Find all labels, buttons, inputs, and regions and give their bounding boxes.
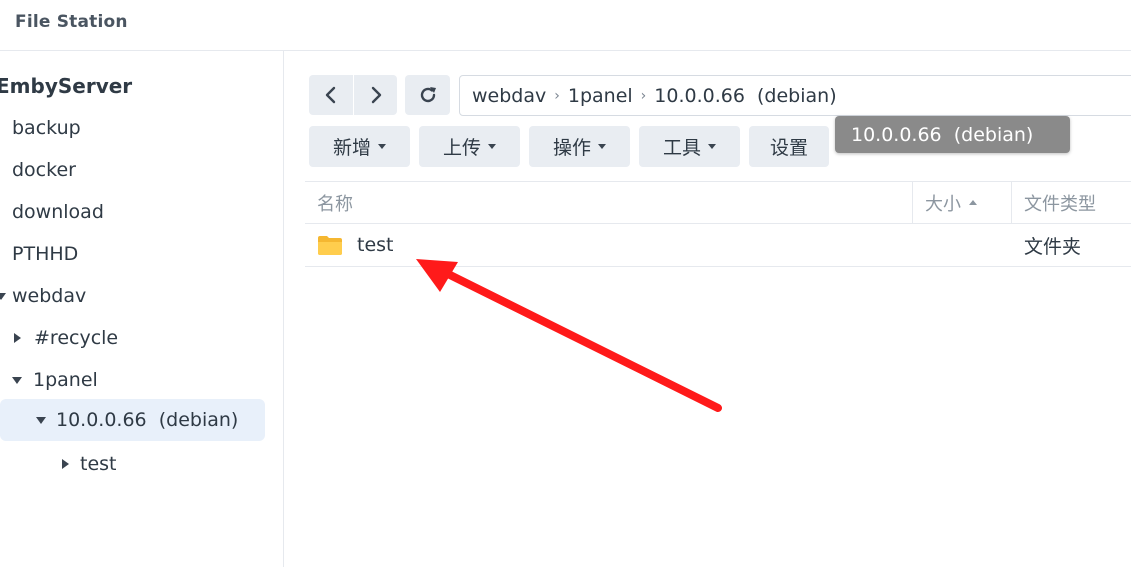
column-header-name-label: 名称 [317, 193, 353, 215]
dropdown-caret-icon [708, 144, 716, 149]
tree-item-label: #recycle [34, 327, 119, 349]
tree-item-label: 10.0.0.66 (debian) [56, 409, 239, 431]
title-bar: File Station [0, 0, 1131, 51]
chevron-left-icon [324, 85, 338, 105]
file-list-header: 名称 大小 文件类型 [305, 181, 1131, 224]
breadcrumb-separator-icon: › [640, 87, 647, 104]
tree-item-download[interactable]: download [12, 191, 104, 233]
column-header-name[interactable]: 名称 [317, 182, 353, 223]
upload-button[interactable]: 上传 [419, 126, 520, 167]
collapse-caret-icon[interactable] [62, 459, 69, 469]
expand-caret-icon[interactable] [0, 292, 6, 300]
tree-root-label: EmbyServer [0, 74, 133, 98]
row-name-cell[interactable]: test [317, 224, 394, 266]
breadcrumb-item[interactable]: webdav [472, 85, 546, 107]
tree-item-pthhd[interactable]: PTHHD [12, 233, 78, 275]
collapse-caret-icon[interactable] [14, 333, 21, 343]
column-header-size-label: 大小 [925, 193, 961, 215]
tree-item-webdav[interactable]: webdav [0, 275, 86, 317]
settings-button-label: 设置 [769, 137, 808, 159]
tree-item-docker[interactable]: docker [12, 149, 76, 191]
column-header-size[interactable]: 大小 [925, 182, 977, 223]
action-button-label: 操作 [552, 137, 591, 159]
tree-item-label: backup [12, 117, 81, 139]
back-button[interactable] [309, 75, 353, 115]
refresh-button[interactable] [405, 75, 450, 115]
folder-icon [317, 234, 343, 256]
row-type-label: 文件夹 [1024, 235, 1082, 258]
breadcrumb: webdav › 1panel › 10.0.0.66 (debian) [459, 75, 1131, 116]
create-button-label: 新增 [332, 137, 371, 159]
file-station-window: File Station EmbyServer backup docker do… [0, 0, 1131, 567]
dropdown-caret-icon [488, 144, 496, 149]
sidebar-tree: EmbyServer backup docker download PTHHD … [0, 51, 284, 567]
expand-caret-icon[interactable] [36, 416, 46, 424]
row-type-cell: 文件夹 [1024, 224, 1081, 266]
tree-item-recycle[interactable]: #recycle [14, 317, 118, 359]
tree-item-1panel[interactable]: 1panel [12, 359, 98, 401]
forward-button[interactable] [354, 75, 397, 115]
dropdown-caret-icon [378, 144, 386, 149]
tree-item-label: PTHHD [12, 243, 79, 265]
tree-item-test[interactable]: test [62, 443, 117, 485]
upload-button-label: 上传 [442, 137, 481, 159]
create-button[interactable]: 新增 [309, 126, 410, 167]
sort-ascending-icon [969, 200, 977, 205]
table-row[interactable]: test 文件夹 [305, 224, 1131, 267]
settings-button[interactable]: 设置 [749, 126, 829, 167]
column-header-type-label: 文件类型 [1024, 193, 1096, 215]
tree-root[interactable]: EmbyServer [0, 65, 132, 107]
tree-item-label: download [12, 201, 104, 223]
dropdown-caret-icon [598, 144, 606, 149]
tree-item-debian[interactable]: 10.0.0.66 (debian) [0, 399, 265, 441]
breadcrumb-separator-icon: › [554, 87, 560, 104]
column-divider[interactable] [1011, 182, 1012, 223]
breadcrumb-item[interactable]: 10.0.0.66 (debian) [654, 85, 836, 107]
breadcrumb-item[interactable]: 1panel [568, 85, 633, 107]
path-tooltip: 10.0.0.66 (debian) [835, 116, 1070, 153]
tree-item-label: 1panel [33, 369, 98, 391]
action-button[interactable]: 操作 [529, 126, 630, 167]
tree-item-backup[interactable]: backup [12, 107, 81, 149]
column-divider[interactable] [912, 182, 913, 223]
chevron-right-icon [369, 85, 383, 105]
tree-item-label: docker [12, 159, 76, 181]
tree-item-label: test [80, 453, 117, 475]
tools-button-label: 工具 [662, 137, 701, 159]
expand-caret-icon[interactable] [12, 376, 22, 384]
tools-button[interactable]: 工具 [639, 126, 740, 167]
refresh-icon [417, 84, 439, 106]
tooltip-text: 10.0.0.66 (debian) [851, 123, 1034, 146]
row-name-label: test [357, 234, 394, 256]
tree-item-label: webdav [12, 285, 87, 307]
column-header-type[interactable]: 文件类型 [1024, 182, 1096, 223]
app-title: File Station [15, 12, 128, 32]
